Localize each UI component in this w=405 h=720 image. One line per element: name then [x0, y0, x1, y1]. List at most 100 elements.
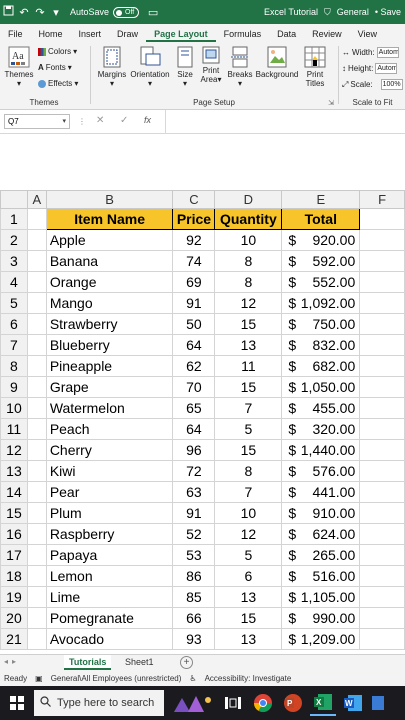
row-header[interactable]: 10: [0, 397, 28, 419]
chrome-icon[interactable]: [250, 690, 276, 716]
cell[interactable]: [26, 523, 47, 545]
cell[interactable]: [26, 628, 47, 650]
cell[interactable]: [26, 250, 47, 272]
width-select[interactable]: Automatic: [376, 47, 399, 58]
chevron-down-icon[interactable]: ▾: [62, 115, 66, 128]
quantity-cell[interactable]: 10: [214, 502, 283, 524]
column-header-e[interactable]: E: [281, 190, 361, 209]
price-cell[interactable]: 93: [172, 628, 216, 650]
total-cell[interactable]: $516.00: [281, 565, 361, 587]
sensitivity-label[interactable]: General: [337, 7, 369, 17]
header-price[interactable]: Price: [172, 208, 216, 230]
cell[interactable]: [26, 376, 47, 398]
row-header[interactable]: 21: [0, 628, 28, 650]
cell[interactable]: [359, 376, 405, 398]
tab-review[interactable]: Review: [304, 29, 350, 42]
cell[interactable]: [359, 565, 405, 587]
total-cell[interactable]: $910.00: [281, 502, 361, 524]
price-cell[interactable]: 72: [172, 460, 216, 482]
cell[interactable]: [26, 208, 47, 230]
cancel-icon[interactable]: ✕: [96, 115, 104, 126]
redo-icon[interactable]: ↷: [32, 6, 48, 19]
quantity-cell[interactable]: 15: [214, 607, 283, 629]
row-header[interactable]: 16: [0, 523, 28, 545]
item-name-cell[interactable]: Avocado: [45, 628, 174, 650]
print-area-button[interactable]: Print Area▾: [198, 46, 224, 84]
price-cell[interactable]: 91: [172, 292, 216, 314]
quantity-cell[interactable]: 13: [214, 628, 283, 650]
row-header[interactable]: 6: [0, 313, 28, 335]
row-header[interactable]: 1: [0, 208, 28, 230]
cell[interactable]: [359, 418, 405, 440]
item-name-cell[interactable]: Blueberry: [45, 334, 174, 356]
item-name-cell[interactable]: Apple: [45, 229, 174, 251]
cell[interactable]: [359, 397, 405, 419]
fonts-button[interactable]: A Fonts ▾: [38, 63, 72, 72]
margins-button[interactable]: Margins ▾: [96, 46, 128, 88]
row-header[interactable]: 12: [0, 439, 28, 461]
cell[interactable]: [26, 544, 47, 566]
effects-button[interactable]: Effects ▾: [38, 79, 78, 88]
column-header-a[interactable]: A: [26, 190, 47, 209]
cell[interactable]: [26, 229, 47, 251]
item-name-cell[interactable]: Pineapple: [45, 355, 174, 377]
cell[interactable]: [359, 313, 405, 335]
cell[interactable]: [359, 250, 405, 272]
quantity-cell[interactable]: 8: [214, 250, 283, 272]
add-sheet-button[interactable]: +: [180, 656, 193, 669]
price-cell[interactable]: 66: [172, 607, 216, 629]
select-all-corner[interactable]: [0, 190, 28, 209]
sheet-nav-icon[interactable]: ◂▸: [4, 657, 20, 666]
sensitivity-status[interactable]: General\All Employees (unrestricted): [51, 674, 182, 683]
header-quantity[interactable]: Quantity: [214, 208, 283, 230]
item-name-cell[interactable]: Grape: [45, 376, 174, 398]
tab-file[interactable]: File: [0, 29, 31, 42]
size-button[interactable]: Size ▾: [174, 46, 196, 88]
search-highlight-icon[interactable]: [168, 690, 216, 716]
total-cell[interactable]: $920.00: [281, 229, 361, 251]
excel-icon[interactable]: X: [310, 690, 336, 716]
item-name-cell[interactable]: Pomegranate: [45, 607, 174, 629]
name-box[interactable]: Q7 ▾: [4, 114, 70, 129]
quantity-cell[interactable]: 13: [214, 334, 283, 356]
row-header[interactable]: 4: [0, 271, 28, 293]
column-header-b[interactable]: B: [45, 190, 174, 209]
quantity-cell[interactable]: 15: [214, 439, 283, 461]
tab-insert[interactable]: Insert: [71, 29, 110, 42]
quantity-cell[interactable]: 7: [214, 397, 283, 419]
total-cell[interactable]: $265.00: [281, 544, 361, 566]
spreadsheet-grid[interactable]: A B C D E F 1 Item Name Price Quantity Total 2 Apple…: [0, 190, 405, 650]
quantity-cell[interactable]: 15: [214, 313, 283, 335]
total-cell[interactable]: $832.00: [281, 334, 361, 356]
quantity-cell[interactable]: 6: [214, 565, 283, 587]
price-cell[interactable]: 92: [172, 229, 216, 251]
background-button[interactable]: Background: [254, 46, 300, 79]
price-cell[interactable]: 64: [172, 334, 216, 356]
price-cell[interactable]: 50: [172, 313, 216, 335]
price-cell[interactable]: 96: [172, 439, 216, 461]
price-cell[interactable]: 69: [172, 271, 216, 293]
header-total[interactable]: Total: [281, 208, 361, 230]
price-cell[interactable]: 62: [172, 355, 216, 377]
price-cell[interactable]: 64: [172, 418, 216, 440]
cell[interactable]: [359, 229, 405, 251]
item-name-cell[interactable]: Watermelon: [45, 397, 174, 419]
price-cell[interactable]: 53: [172, 544, 216, 566]
cell[interactable]: [26, 292, 47, 314]
colors-button[interactable]: Colors ▾: [38, 47, 77, 56]
price-cell[interactable]: 52: [172, 523, 216, 545]
total-cell[interactable]: $552.00: [281, 271, 361, 293]
item-name-cell[interactable]: Mango: [45, 292, 174, 314]
row-header[interactable]: 2: [0, 229, 28, 251]
total-cell[interactable]: $1,050.00: [281, 376, 361, 398]
total-cell[interactable]: $1,209.00: [281, 628, 361, 650]
cell[interactable]: [26, 565, 47, 587]
item-name-cell[interactable]: Strawberry: [45, 313, 174, 335]
tab-draw[interactable]: Draw: [109, 29, 146, 42]
item-name-cell[interactable]: Raspberry: [45, 523, 174, 545]
cell[interactable]: [26, 586, 47, 608]
cell[interactable]: [26, 313, 47, 335]
quantity-cell[interactable]: 12: [214, 523, 283, 545]
quantity-cell[interactable]: 12: [214, 292, 283, 314]
cell[interactable]: [359, 544, 405, 566]
